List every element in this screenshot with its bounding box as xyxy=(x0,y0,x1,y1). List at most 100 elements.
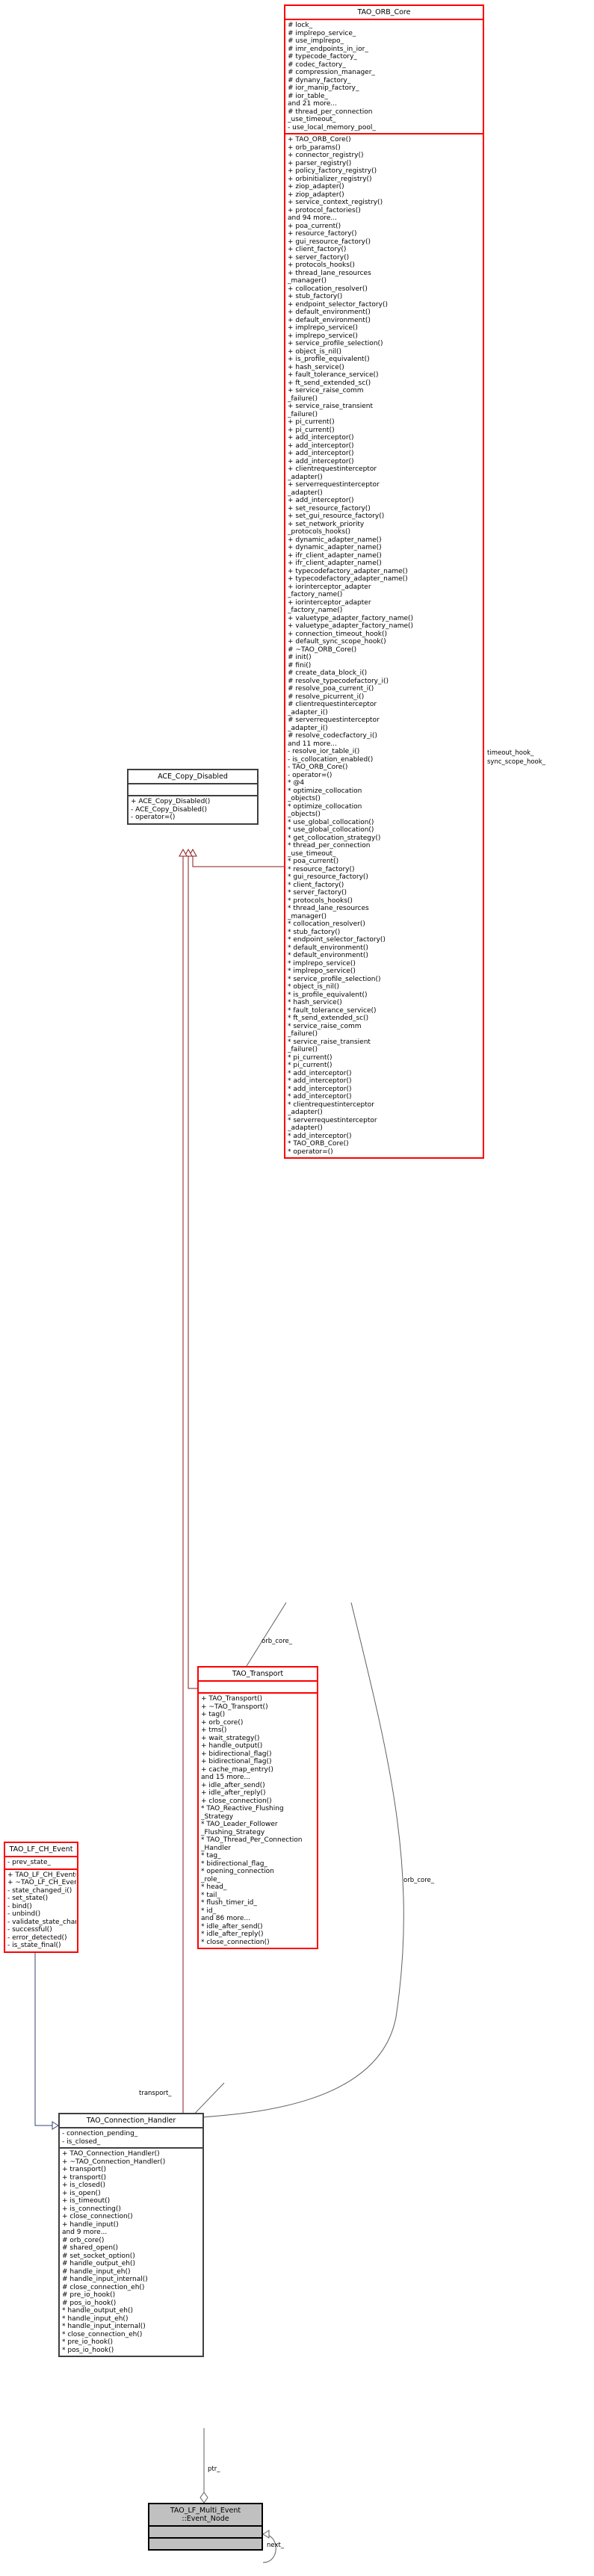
class-member-line: * serverrequestinterceptor xyxy=(288,1116,377,1124)
class-member-line: + resource_factory() xyxy=(288,230,357,238)
operations-tao-transport: + TAO_Transport() + ~TAO_Transport() + tag… xyxy=(199,1694,317,1948)
class-member-line: # ~TAO_ORB_Core() xyxy=(288,645,357,654)
class-member-line: + dynamic_adapter_name() xyxy=(288,536,382,544)
class-box-ace-copy-disabled[interactable]: ACE_Copy_Disabled + ACE_Copy_Disabled() -… xyxy=(127,769,259,825)
class-member-line: - validate_state_change() xyxy=(7,1918,76,1926)
class-member-line: * add_interceptor() xyxy=(288,1077,352,1085)
class-member-line: + ACE_Copy_Disabled() xyxy=(131,798,211,805)
class-member-line: # dynany_factory_ xyxy=(288,76,351,84)
class-member-line: * optimize_collocation xyxy=(288,802,362,811)
class-member-line: - is_state_final() xyxy=(7,1942,61,1949)
class-member-line: + transport() xyxy=(62,2166,107,2173)
class-member-line: _failure() xyxy=(288,1030,318,1038)
class-member-line: _role_ xyxy=(201,1875,221,1883)
class-member-line: * add_interceptor() xyxy=(288,1132,352,1140)
class-member-line: + protocol_factories() xyxy=(288,206,361,214)
class-member-line: + dynamic_adapter_name() xyxy=(288,544,382,551)
class-member-line: * fault_tolerance_service() xyxy=(288,1006,377,1015)
class-member-line: + add_interceptor() xyxy=(288,434,354,442)
class-member-line: * is_profile_equivalent() xyxy=(288,991,368,999)
class-member-line: - is_closed_ xyxy=(62,2137,101,2146)
class-title-tao-lf-ch-event: TAO_LF_CH_Event xyxy=(9,1845,73,1854)
class-member-line: + object_is_nil() xyxy=(288,347,342,356)
operations-tao-orb-core: + TAO_ORB_Core() + orb_params() + connecto… xyxy=(285,134,483,1157)
class-member-line: * handle_input_eh() xyxy=(62,2315,129,2323)
class-member-line: # ior_manip_factory_ xyxy=(288,84,359,92)
class-member-line: * close_connection() xyxy=(201,1938,270,1946)
class-member-line: # imr_endpoints_in_ior_ xyxy=(288,45,368,53)
class-member-line: - error_detected() xyxy=(7,1933,67,1942)
class-box-tao-transport[interactable]: TAO_Transport + TAO_Transport() + ~TAO_Tr… xyxy=(197,1666,318,1949)
class-member-line: + TAO_ORB_Core() xyxy=(288,136,351,143)
class-member-line: * bidirectional_flag_ xyxy=(201,1860,267,1868)
class-member-line: _failure() xyxy=(288,410,318,418)
class-member-line: + handle_output() xyxy=(201,1742,263,1750)
class-member-line: and 9 more... xyxy=(62,2229,108,2236)
class-member-line: # set_socket_option() xyxy=(62,2252,135,2260)
class-member-line: + add_interceptor() xyxy=(288,442,354,450)
class-member-line: + set_resource_factory() xyxy=(288,504,371,513)
class-box-tao-lf-multi-event-node[interactable]: TAO_LF_Multi_Event ::Event_Node xyxy=(148,2503,263,2551)
class-member-line: + iorinterceptor_adapter xyxy=(288,598,371,607)
class-member-line: * handle_output_eh() xyxy=(62,2307,133,2315)
class-member-line: * pos_io_hook() xyxy=(62,2346,114,2354)
class-member-line: # thread_per_connection xyxy=(288,108,373,116)
class-member-line: + gui_resource_factory() xyxy=(288,238,371,246)
class-member-line: + service_raise_transient xyxy=(288,403,373,410)
class-member-line: + close_connection() xyxy=(201,1797,272,1805)
class-member-line: # typecode_factory_ xyxy=(288,53,357,61)
class-member-line: # resolve_codecfactory_i() xyxy=(288,732,377,740)
class-member-line: * TAO_Reactive_Flushing xyxy=(201,1805,284,1812)
edge-label-timeout-hook: timeout_hook_ xyxy=(487,749,534,757)
class-member-line: * server_factory() xyxy=(288,889,347,897)
class-member-line: _use_timeout_ xyxy=(288,849,336,858)
class-member-line: + ~TAO_Transport() xyxy=(201,1703,268,1711)
class-member-line: + TAO_Transport() xyxy=(201,1695,263,1703)
class-member-line: # resolve_picurrent_i() xyxy=(288,693,365,701)
class-member-line: - operator=() xyxy=(131,814,176,821)
class-member-line: _manager() xyxy=(288,912,327,920)
class-member-line: * head_ xyxy=(201,1883,227,1891)
class-member-line: + tms() xyxy=(201,1727,227,1734)
class-member-line: * pi_current() xyxy=(288,1062,332,1069)
class-member-line: - successful() xyxy=(7,1926,52,1933)
class-member-line: + transport() xyxy=(62,2173,107,2182)
class-member-line: + tag() xyxy=(201,1711,226,1718)
class-title-ace-copy-disabled: ACE_Copy_Disabled xyxy=(158,773,228,781)
class-member-line: _Handler xyxy=(201,1844,231,1852)
class-member-line: + idle_after_reply() xyxy=(201,1789,266,1797)
class-box-tao-lf-ch-event[interactable]: TAO_LF_CH_Event - prev_state_ + TAO_LF_C… xyxy=(4,1842,78,1953)
attributes-tao-lf-multi-event-node xyxy=(149,2527,262,2537)
class-member-line: * thread_per_connection xyxy=(288,842,371,849)
class-member-line: * TAO_Thread_Per_Connection xyxy=(201,1836,303,1844)
class-member-line: * pi_current() xyxy=(288,1053,332,1062)
class-member-line: * thread_lane_resources xyxy=(288,905,369,912)
class-member-line: * clientrequestinterceptor xyxy=(288,1100,374,1109)
class-member-line: + is_closed() xyxy=(62,2182,106,2189)
class-member-line: and 86 more... xyxy=(201,1915,251,1922)
class-member-line: + TAO_LF_CH_Event() xyxy=(7,1871,76,1879)
class-title-tao-orb-core: TAO_ORB_Core xyxy=(357,8,411,16)
class-member-line: _Strategy xyxy=(201,1812,234,1821)
class-member-line: + collocation_resolver() xyxy=(288,285,368,293)
class-member-line: * default_environment() xyxy=(288,944,368,952)
class-member-line: + typecodefactory_adapter_name() xyxy=(288,567,408,575)
class-member-line: * operator=() xyxy=(288,1148,333,1156)
class-box-tao-connection-handler[interactable]: TAO_Connection_Handler - connection_pend… xyxy=(58,2113,204,2357)
class-member-line: # handle_input_eh() xyxy=(62,2267,131,2276)
class-box-tao-orb-core[interactable]: TAO_ORB_Core # lock_ # implrepo_service_ #… xyxy=(284,4,484,1159)
class-member-line: * add_interceptor() xyxy=(288,1085,352,1093)
class-member-line: and 11 more... xyxy=(288,740,338,748)
attributes-tao-orb-core: # lock_ # implrepo_service_ # use_implrepo… xyxy=(285,20,483,133)
class-member-line: # pos_io_hook() xyxy=(62,2299,117,2307)
class-member-line: * use_global_collocation() xyxy=(288,826,374,834)
class-member-line: + ~TAO_LF_CH_Event() xyxy=(7,1879,76,1886)
class-member-line: + fault_tolerance_service() xyxy=(288,371,379,379)
attributes-tao-transport xyxy=(199,1682,317,1692)
class-member-line: * protocols_hooks() xyxy=(288,897,353,905)
class-member-line: + poa_current() xyxy=(288,222,341,230)
class-member-line: * use_global_collocation() xyxy=(288,818,374,826)
class-member-line: # fini() xyxy=(288,661,312,669)
class-member-line: * idle_after_reply() xyxy=(201,1931,264,1938)
class-member-line: + ifr_client_adapter_name() xyxy=(288,560,382,567)
